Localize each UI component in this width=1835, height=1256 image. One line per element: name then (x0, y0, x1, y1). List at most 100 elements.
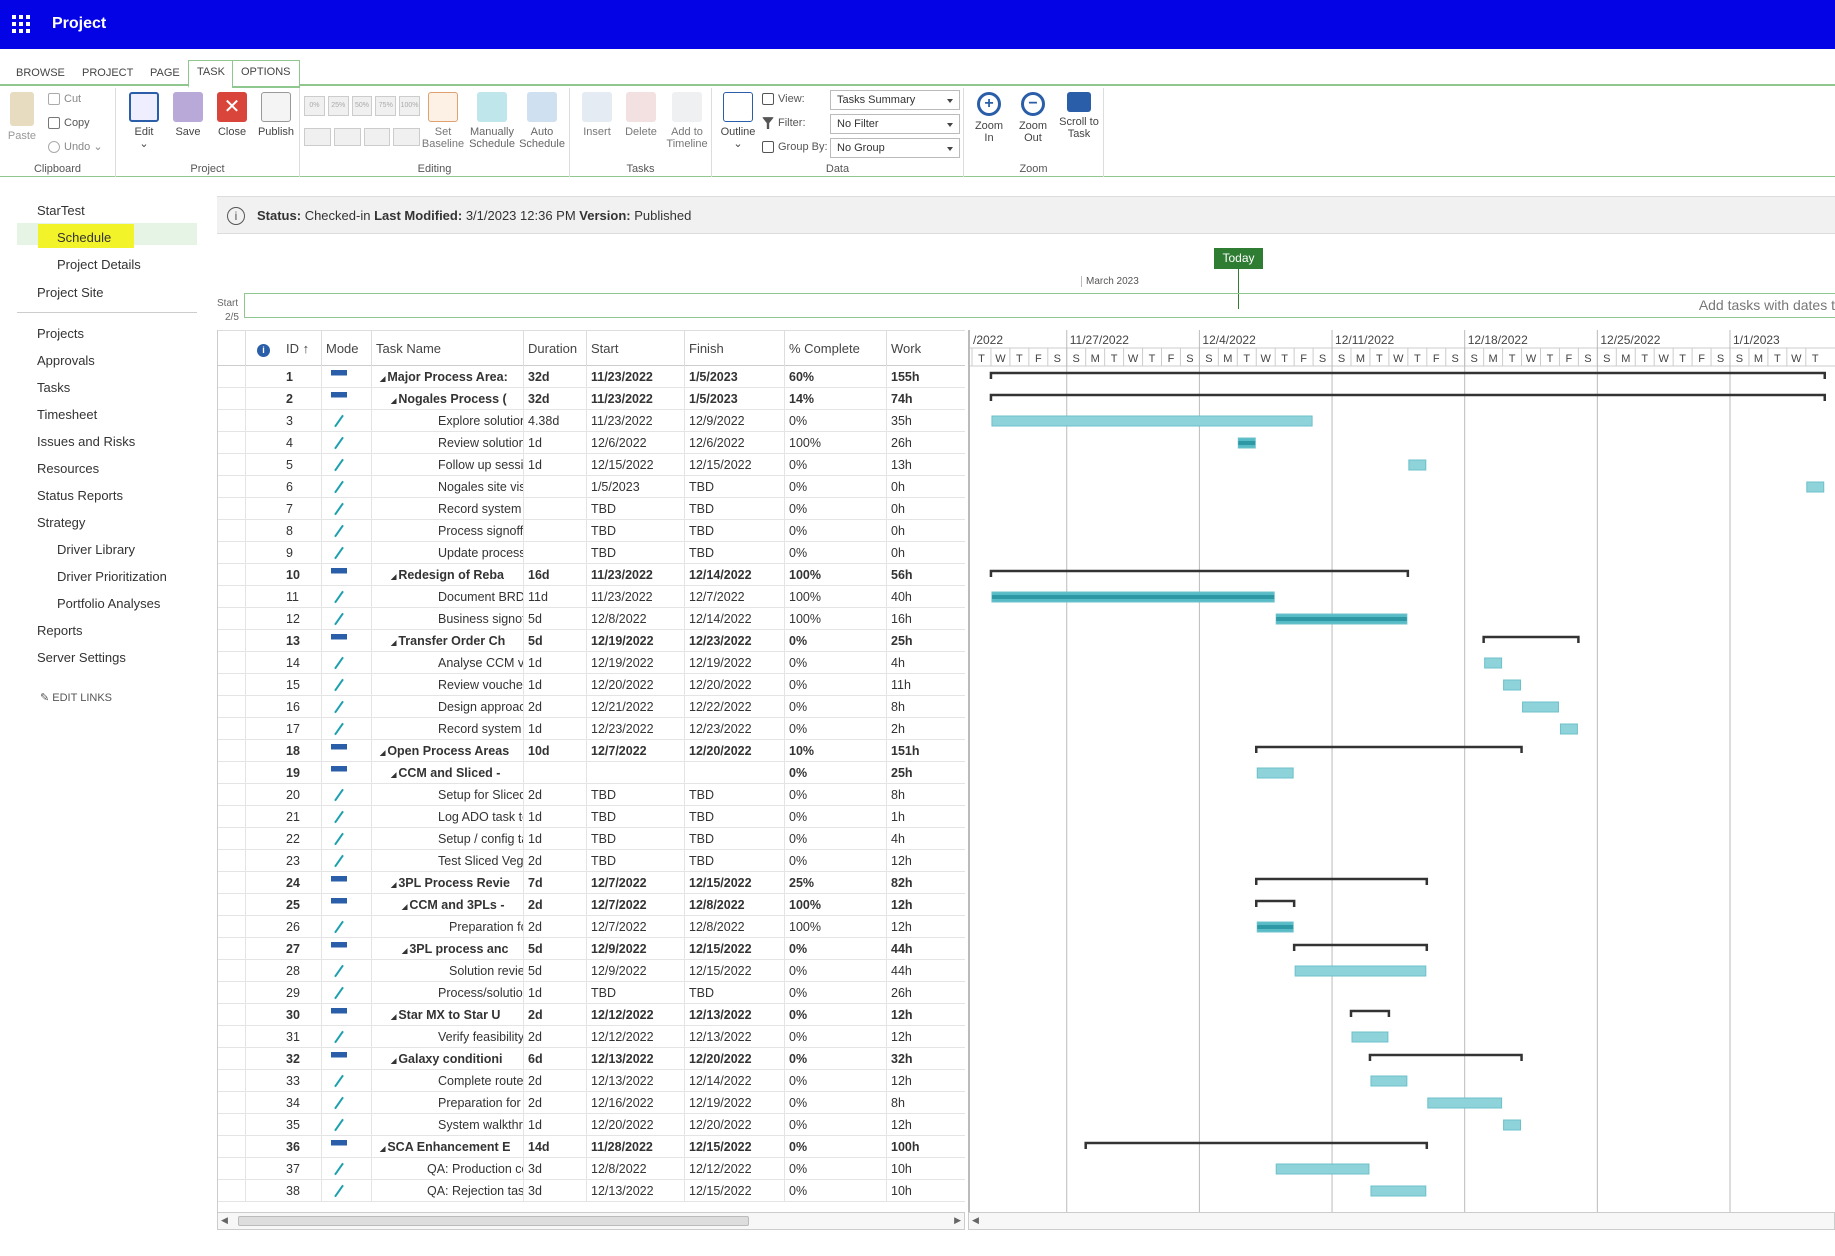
cell-name[interactable]: Document BRD (372, 586, 524, 608)
cell-dur[interactable]: 11d (524, 586, 587, 608)
undo-button[interactable]: Undo ⌄ (48, 138, 103, 156)
cell-name[interactable]: ◢ 3PL Process Revie (372, 872, 524, 894)
cell-id[interactable]: 7 (282, 498, 322, 520)
cell-id[interactable]: 19 (282, 762, 322, 784)
cell-dur[interactable] (524, 542, 587, 564)
cell-dur[interactable]: 1d (524, 674, 587, 696)
table-row[interactable]: 16 Design approach 2d 12/21/2022 12/22/2022 0… (218, 696, 965, 718)
cell-finish[interactable]: 12/23/2022 (685, 630, 785, 652)
cell-finish[interactable] (685, 762, 785, 784)
header-start[interactable]: Start (587, 331, 685, 367)
paste-button[interactable]: Paste (4, 92, 40, 142)
unlink-icon[interactable] (393, 128, 420, 146)
cell-work[interactable]: 0h (887, 542, 965, 564)
cell-finish[interactable]: 12/22/2022 (685, 696, 785, 718)
cell-pct[interactable]: 10% (785, 740, 887, 762)
cell-start[interactable]: 12/12/2022 (587, 1026, 685, 1048)
header-task-name[interactable]: Task Name (372, 331, 524, 367)
cell-pct[interactable]: 0% (785, 828, 887, 850)
cell-finish[interactable]: 12/19/2022 (685, 652, 785, 674)
cell-work[interactable]: 100h (887, 1136, 965, 1158)
cell-name[interactable]: ◢ CCM and 3PLs - (372, 894, 524, 916)
cell-start[interactable]: 12/7/2022 (587, 872, 685, 894)
cell-id[interactable]: 37 (282, 1158, 322, 1180)
cell-pct[interactable]: 0% (785, 960, 887, 982)
cell-name[interactable]: Process/solution (372, 982, 524, 1004)
table-row[interactable]: 17 Record system g 1d 12/23/2022 12/23/2022 0… (218, 718, 965, 740)
cell-dur[interactable]: 1d (524, 828, 587, 850)
cell-name[interactable]: Follow up sessio (372, 454, 524, 476)
add-to-timeline-button[interactable]: Add to Timeline (664, 92, 710, 150)
cell-finish[interactable]: 12/14/2022 (685, 1070, 785, 1092)
cell-mode[interactable] (322, 1026, 372, 1048)
cell-id[interactable]: 13 (282, 630, 322, 652)
cell-finish[interactable]: 12/15/2022 (685, 872, 785, 894)
cell-id[interactable]: 10 (282, 564, 322, 586)
cell-pct[interactable]: 100% (785, 608, 887, 630)
cell-finish[interactable]: TBD (685, 542, 785, 564)
cell-name[interactable]: Setup / config ta (372, 828, 524, 850)
cell-name[interactable]: Review solution (372, 432, 524, 454)
cell-work[interactable]: 12h (887, 1026, 965, 1048)
delete-button[interactable]: Delete (620, 92, 662, 138)
cell-start[interactable]: 12/19/2022 (587, 652, 685, 674)
cell-dur[interactable]: 5d (524, 630, 587, 652)
save-button[interactable]: Save (168, 92, 208, 138)
cell-mode[interactable] (322, 564, 372, 586)
nav-driver-library[interactable]: Driver Library (57, 542, 135, 557)
cell-name[interactable]: Explore solution (372, 410, 524, 432)
close-button[interactable]: ✕ Close (212, 92, 252, 138)
cell-mode[interactable] (322, 454, 372, 476)
cell-dur[interactable]: 2d (524, 850, 587, 872)
cell-finish[interactable]: 1/5/2023 (685, 388, 785, 410)
cell-start[interactable]: 12/16/2022 (587, 1092, 685, 1114)
cell-finish[interactable]: 12/20/2022 (685, 1114, 785, 1136)
cell-work[interactable]: 4h (887, 652, 965, 674)
cell-start[interactable]: 11/23/2022 (587, 366, 685, 388)
cell-start[interactable] (587, 762, 685, 784)
cell-id[interactable]: 6 (282, 476, 322, 498)
cell-work[interactable]: 25h (887, 630, 965, 652)
cell-name[interactable]: ◢ Transfer Order Ch (372, 630, 524, 652)
cell-dur[interactable]: 3d (524, 1180, 587, 1202)
cell-mode[interactable] (322, 1158, 372, 1180)
cell-mode[interactable] (322, 938, 372, 960)
cell-dur[interactable]: 2d (524, 1026, 587, 1048)
cell-dur[interactable]: 1d (524, 1114, 587, 1136)
cell-id[interactable]: 35 (282, 1114, 322, 1136)
table-row[interactable]: 38 QA: Rejection task 3d 12/13/2022 12/15/20… (218, 1180, 965, 1202)
nav-resources[interactable]: Resources (37, 461, 99, 476)
cell-id[interactable]: 21 (282, 806, 322, 828)
cell-pct[interactable]: 0% (785, 982, 887, 1004)
cell-work[interactable]: 26h (887, 432, 965, 454)
cell-start[interactable]: TBD (587, 498, 685, 520)
cell-mode[interactable] (322, 850, 372, 872)
gantt-horizontal-scrollbar[interactable]: ◀ (968, 1212, 1835, 1230)
cell-id[interactable]: 15 (282, 674, 322, 696)
cell-start[interactable]: 11/23/2022 (587, 410, 685, 432)
cell-pct[interactable]: 0% (785, 1026, 887, 1048)
cell-dur[interactable]: 2d (524, 894, 587, 916)
cell-mode[interactable] (322, 674, 372, 696)
nav-project-site[interactable]: Project Site (37, 285, 103, 300)
app-title[interactable]: Project (52, 15, 106, 33)
cell-start[interactable]: 12/19/2022 (587, 630, 685, 652)
cell-start[interactable]: 11/23/2022 (587, 586, 685, 608)
cell-dur[interactable]: 7d (524, 872, 587, 894)
cell-id[interactable]: 18 (282, 740, 322, 762)
cell-work[interactable]: 151h (887, 740, 965, 762)
cell-name[interactable]: Nogales site visi (372, 476, 524, 498)
cell-finish[interactable]: 12/15/2022 (685, 938, 785, 960)
table-row[interactable]: 2 ◢ Nogales Process (32d 11/23/2022 1/5/202… (218, 388, 965, 410)
tab-options[interactable]: OPTIONS (232, 60, 300, 88)
cell-id[interactable]: 25 (282, 894, 322, 916)
cell-dur[interactable]: 16d (524, 564, 587, 586)
cell-mode[interactable] (322, 982, 372, 1004)
cell-name[interactable]: Solution revie (372, 960, 524, 982)
cell-mode[interactable] (322, 1004, 372, 1026)
cell-work[interactable]: 8h (887, 696, 965, 718)
header-duration[interactable]: Duration (524, 331, 587, 367)
grid-scroll-thumb[interactable] (238, 1216, 749, 1226)
cell-id[interactable]: 4 (282, 432, 322, 454)
cell-work[interactable]: 0h (887, 520, 965, 542)
